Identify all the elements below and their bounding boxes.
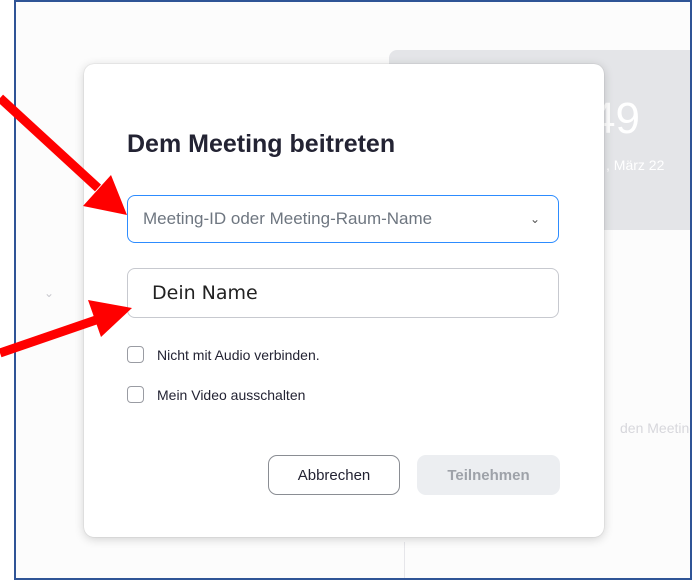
join-button[interactable]: Teilnehmen: [417, 455, 560, 495]
background-date: , März 22: [606, 157, 665, 173]
no-audio-checkbox[interactable]: [127, 346, 144, 363]
cancel-button[interactable]: Abbrechen: [268, 455, 400, 495]
video-off-option[interactable]: Mein Video ausschalten: [127, 386, 305, 403]
join-meeting-dialog: Dem Meeting beitreten Meeting-ID oder Me…: [84, 64, 604, 537]
video-off-checkbox[interactable]: [127, 386, 144, 403]
background-chevron-icon: ⌄: [44, 286, 55, 300]
dialog-title: Dem Meeting beitreten: [127, 130, 396, 158]
background-meeting-text: den Meeting: [620, 420, 692, 436]
background-divider: [404, 542, 405, 578]
no-audio-option[interactable]: Nicht mit Audio verbinden.: [127, 346, 320, 363]
chevron-down-icon[interactable]: ⌄: [530, 212, 540, 226]
meeting-id-placeholder: Meeting-ID oder Meeting-Raum-Name: [143, 209, 433, 228]
video-off-label: Mein Video ausschalten: [157, 386, 306, 403]
name-input[interactable]: [127, 268, 559, 318]
no-audio-label: Nicht mit Audio verbinden.: [157, 346, 320, 363]
meeting-id-select[interactable]: Meeting-ID oder Meeting-Raum-Name ⌄: [127, 195, 559, 243]
